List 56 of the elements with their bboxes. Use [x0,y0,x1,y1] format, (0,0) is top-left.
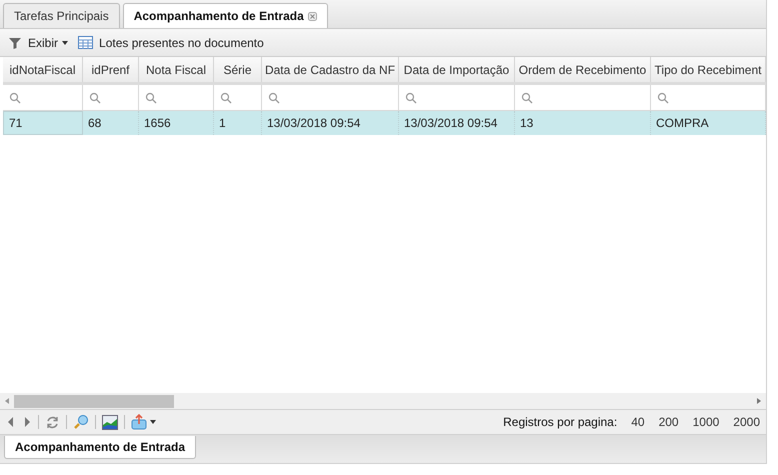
export-icon [131,414,147,430]
table-cell: 1656 [139,111,214,135]
search-icon [220,92,232,104]
table-cell: 13/03/2018 09:54 [399,111,515,135]
table-cell: 13/03/2018 09:54 [262,111,399,135]
filter-field[interactable] [3,85,83,111]
column-header[interactable]: Ordem de Recebimento [515,57,651,82]
column-header[interactable]: Data de Cadastro da NF [262,57,399,82]
column-header[interactable]: Data de Importação [399,57,515,82]
next-icon[interactable] [22,416,32,428]
scrollbar-thumb[interactable] [14,394,174,408]
table-cell: COMPRA [651,111,766,135]
close-icon[interactable] [308,12,317,20]
search-icon [657,92,669,104]
zoom-icon[interactable] [73,414,89,430]
caret-icon [150,420,156,424]
page-size-link[interactable]: 40 [631,413,645,431]
search-icon [9,92,21,104]
table-icon [78,36,94,49]
search-icon [521,92,533,104]
page-size-link[interactable]: 200 [658,413,679,431]
tab[interactable]: Tarefas Principais [3,3,120,28]
page-size-link[interactable]: 1000 [692,413,720,431]
lots-button[interactable]: Lotes presentes no documento [99,34,264,52]
table-cell: 1 [214,111,262,135]
table-cell: 68 [83,111,139,135]
view-menu-button[interactable]: Exibir [28,34,68,52]
search-icon [145,92,157,104]
tab[interactable]: Acompanhamento de Entrada [4,436,196,459]
filter-field[interactable] [214,85,262,111]
filter-icon [8,36,22,50]
export-menu-button[interactable] [131,414,156,430]
column-header[interactable]: Nota Fiscal [139,57,214,82]
search-icon [405,92,417,104]
column-header[interactable]: idNotaFiscal [3,57,83,82]
search-icon [268,92,280,104]
filter-field[interactable] [139,85,214,111]
column-header[interactable]: Tipo do Recebiment [651,57,766,82]
refresh-icon[interactable] [45,414,60,430]
chart-icon[interactable] [102,414,118,430]
filter-field[interactable] [651,85,766,111]
filter-field[interactable] [399,85,515,111]
caret-icon [62,40,68,44]
table-row[interactable]: 71 68 1656 1 13/03/2018 09:54 13/03/2018 09:54 13 COMPRA [3,111,766,135]
table-cell: 13 [515,111,651,135]
search-icon [89,92,101,104]
column-header[interactable]: Série [214,57,262,82]
previous-icon[interactable] [6,416,16,428]
filter-field[interactable] [262,85,399,111]
filter-field[interactable] [83,85,139,111]
column-header[interactable]: idPrenf [83,57,139,82]
page-size-label: Registros por pagina: [503,414,618,431]
filter-field[interactable] [515,85,651,111]
table-cell: 71 [3,111,83,135]
page-size-link[interactable]: 2000 [733,413,760,431]
tab[interactable]: Acompanhamento de Entrada [122,3,328,28]
